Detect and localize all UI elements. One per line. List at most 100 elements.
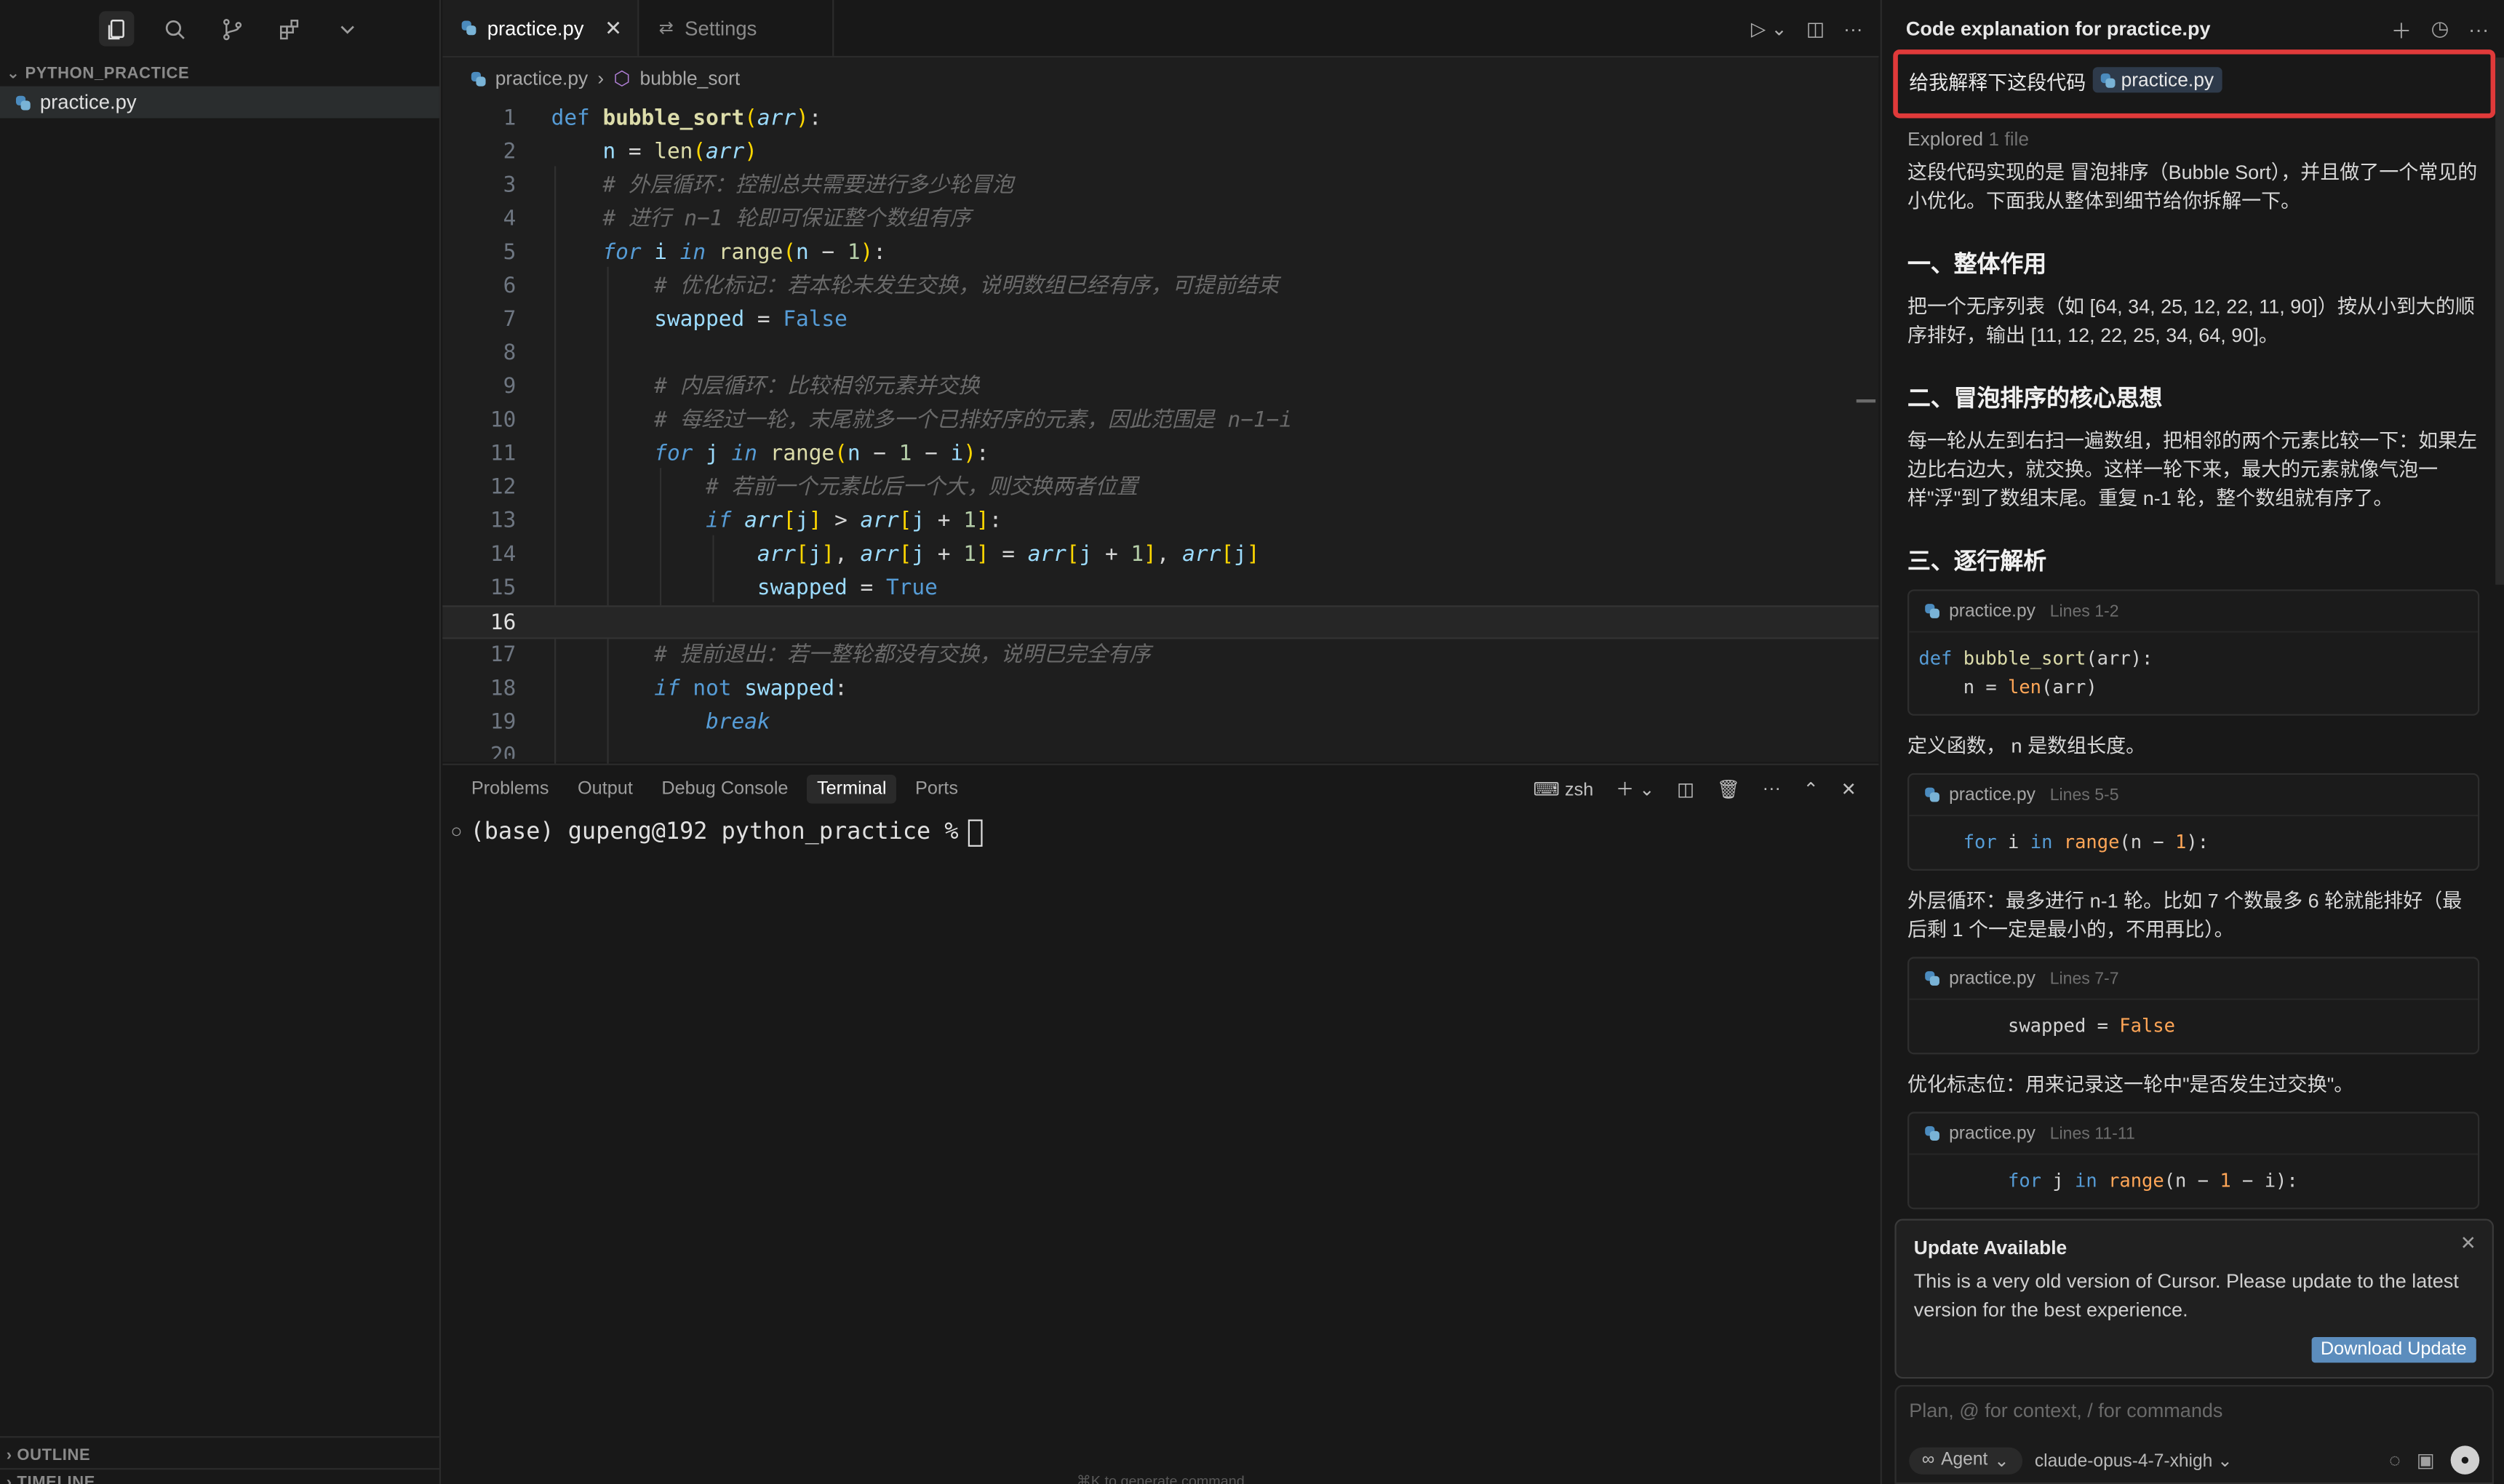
chevron-right-icon: › xyxy=(6,1446,12,1464)
microphone-icon[interactable]: ● xyxy=(2450,1445,2480,1475)
run-icon[interactable]: ▷ ⌄ xyxy=(1751,17,1787,40)
code-reference-block[interactable]: practice.py Lines 11-11 for j in range(n… xyxy=(1907,1112,2480,1210)
close-icon[interactable]: ✕ xyxy=(605,15,622,41)
shell-name: zsh xyxy=(1564,781,1594,801)
code-line: 1 def bubble_sort(arr): xyxy=(503,107,822,132)
more-icon[interactable]: ··· xyxy=(1763,780,1781,799)
concept-paragraph: 每一轮从左到右扫一遍数组，把相邻的两个元素比较一下：如果左边比右边大，就交换。这… xyxy=(1907,429,2478,510)
code-line: 14 arr[j], arr[j + 1] = arr[j + 1], arr[… xyxy=(490,543,1260,567)
line-explanation: 外层循环：最多进行 n-1 轮。比如 7 个数最多 6 轮就能排好（最后剩 1 … xyxy=(1907,890,2463,941)
explored-status[interactable]: Explored 1 file xyxy=(1907,128,2479,151)
overview-paragraph: 把一个无序列表（如 [64, 34, 25, 12, 22, 11, 90]）按… xyxy=(1907,295,2475,347)
image-icon[interactable]: ▣ xyxy=(2417,1449,2435,1472)
python-file-icon xyxy=(471,71,486,86)
section-heading: 三、逐行解析 xyxy=(1907,549,2047,575)
close-panel-icon[interactable]: ✕ xyxy=(1841,778,1857,800)
breadcrumb-file[interactable]: practice.py xyxy=(495,67,588,89)
history-icon[interactable]: ◷ xyxy=(2431,16,2449,41)
files-icon[interactable] xyxy=(99,11,135,47)
code-line-current: 16 xyxy=(442,605,1879,639)
prompt-circle-icon: ○ xyxy=(452,824,461,841)
tab-ports[interactable]: Ports xyxy=(906,775,968,804)
tab-debug-console[interactable]: Debug Console xyxy=(652,775,797,804)
chat-input-box[interactable]: Plan, @ for context, / for commands ∞ Ag… xyxy=(1894,1384,2494,1484)
agent-mode-selector[interactable]: ∞ Agent ⌄ xyxy=(1909,1446,2022,1474)
settings-icon: ⇄ xyxy=(658,19,674,39)
python-file-icon xyxy=(1925,1126,1939,1141)
explored-label: Explored xyxy=(1907,127,1984,151)
sidebar-bottom-sections: › OUTLINE › TIMELINE xyxy=(0,1436,442,1484)
code-block-header: practice.py Lines 1-2 xyxy=(1909,591,2478,633)
split-terminal-icon[interactable]: ◫ xyxy=(1677,778,1694,800)
tab-settings[interactable]: ⇄ Settings xyxy=(639,0,834,56)
python-file-icon xyxy=(1925,787,1939,802)
code-block-file: practice.py xyxy=(1949,1123,2036,1144)
code-editor[interactable]: 1 def bubble_sort(arr): 2 n = len(arr) 3 … xyxy=(442,99,1879,799)
explored-count: 1 file xyxy=(1988,127,2030,151)
trash-icon[interactable]: 🗑 xyxy=(1717,778,1740,800)
code-line: 12 # 若前一个元素比后一个大，则交换两者位置 xyxy=(490,476,1139,500)
file-name: practice.py xyxy=(39,91,137,113)
chat-title: Code explanation for practice.py xyxy=(1905,17,2211,40)
split-editor-icon[interactable]: ◫ xyxy=(1806,17,1825,40)
chevron-right-icon: › xyxy=(597,67,605,89)
new-terminal-icon[interactable]: ＋ ⌄ xyxy=(1616,776,1654,802)
code-reference-block[interactable]: practice.py Lines 5-5 for i in range(n −… xyxy=(1907,773,2480,871)
more-icon[interactable]: ··· xyxy=(2468,17,2489,41)
intro-paragraph: 这段代码实现的是 冒泡排序（Bubble Sort），并且做了一个常见的小优化。… xyxy=(1907,161,2478,213)
minimap-marker xyxy=(1856,399,1876,403)
user-query-message[interactable]: 给我解释下这段代码 practice.py xyxy=(1893,49,2496,119)
new-chat-icon[interactable]: ＋ xyxy=(2391,14,2412,44)
python-file-icon xyxy=(1925,604,1939,618)
download-update-button[interactable]: Download Update xyxy=(2310,1337,2476,1363)
code-line: 11 for j in range(n − 1 − i): xyxy=(490,442,989,467)
chat-input-placeholder: Plan, @ for context, / for commands xyxy=(1909,1399,2223,1422)
chevron-right-icon: › xyxy=(6,1474,12,1484)
more-icon[interactable]: ··· xyxy=(1843,17,1862,40)
code-block-lines: Lines 11-11 xyxy=(2049,1123,2135,1144)
code-reference-block[interactable]: practice.py Lines 1-2 def bubble_sort(ar… xyxy=(1907,589,2480,716)
agent-label: Agent xyxy=(1941,1450,1988,1470)
notification-message: This is a very old version of Cursor. Pl… xyxy=(1913,1269,2459,1322)
terminal-icon: ⌨ xyxy=(1533,781,1560,801)
tab-practice-py[interactable]: practice.py ✕ xyxy=(442,0,640,56)
query-text: 给我解释下这段代码 xyxy=(1909,71,2086,95)
window: ⌄ PYTHON_PRACTICE practice.py › OUTLINE … xyxy=(0,0,2504,1484)
outline-section[interactable]: › OUTLINE xyxy=(0,1436,442,1468)
symbol-method-icon: ⬡ xyxy=(613,67,631,89)
tab-output[interactable]: Output xyxy=(568,775,642,804)
code-line: 6 # 优化标记：若本轮未发生交换，说明数组已经有序，可提前结束 xyxy=(503,274,1280,299)
model-selector[interactable]: claude-opus-4-7-xhigh ⌄ xyxy=(2035,1450,2233,1470)
maximize-panel-icon[interactable]: ⌃ xyxy=(1803,778,1819,800)
terminal-hint: ⌘K to generate command xyxy=(1077,1472,1245,1484)
timeline-title: TIMELINE xyxy=(17,1474,96,1484)
chevron-down-icon[interactable] xyxy=(329,11,364,46)
input-actions: ◌ ▣ ● xyxy=(2389,1445,2480,1475)
section-heading: 二、冒泡排序的核心思想 xyxy=(1907,386,2163,412)
timeline-section[interactable]: › TIMELINE xyxy=(0,1468,442,1484)
source-control-icon[interactable] xyxy=(214,11,249,46)
workspace-name: PYTHON_PRACTICE xyxy=(25,65,190,84)
file-context-chip[interactable]: practice.py xyxy=(2092,67,2222,93)
code-line: 5 for i in range(n − 1): xyxy=(503,241,886,266)
code-block-body: swapped = False xyxy=(1918,1014,2175,1037)
terminal-shell-selector[interactable]: ⌨ zsh xyxy=(1533,778,1593,800)
code-line: 7 swapped = False xyxy=(503,308,848,332)
chat-input-toolbar: ∞ Agent ⌄ claude-opus-4-7-xhigh ⌄ ◌ ▣ ● xyxy=(1909,1444,2480,1476)
close-icon[interactable]: ✕ xyxy=(2460,1232,2476,1254)
breadcrumb-symbol[interactable]: bubble_sort xyxy=(640,67,741,89)
terminal-prompt-line[interactable]: ○ (base) gupeng@192 python_practice % xyxy=(442,816,1878,848)
code-reference-block[interactable]: practice.py Lines 7-7 swapped = False xyxy=(1907,957,2480,1055)
chat-scrollbar[interactable] xyxy=(2495,57,2504,585)
extensions-icon[interactable] xyxy=(271,11,306,46)
explorer-section-title[interactable]: ⌄ PYTHON_PRACTICE xyxy=(0,57,439,87)
notification-title: Update Available xyxy=(1913,1236,2068,1259)
tab-terminal[interactable]: Terminal xyxy=(807,775,896,804)
file-item-practice[interactable]: practice.py xyxy=(0,86,439,119)
update-notification: Update Available This is a very old vers… xyxy=(1894,1218,2494,1379)
search-icon[interactable] xyxy=(156,11,191,46)
tab-problems[interactable]: Problems xyxy=(462,775,559,804)
code-block-header: practice.py Lines 7-7 xyxy=(1909,959,2478,1000)
python-file-icon xyxy=(1925,971,1939,986)
code-line: 18 if not swapped: xyxy=(490,677,848,702)
